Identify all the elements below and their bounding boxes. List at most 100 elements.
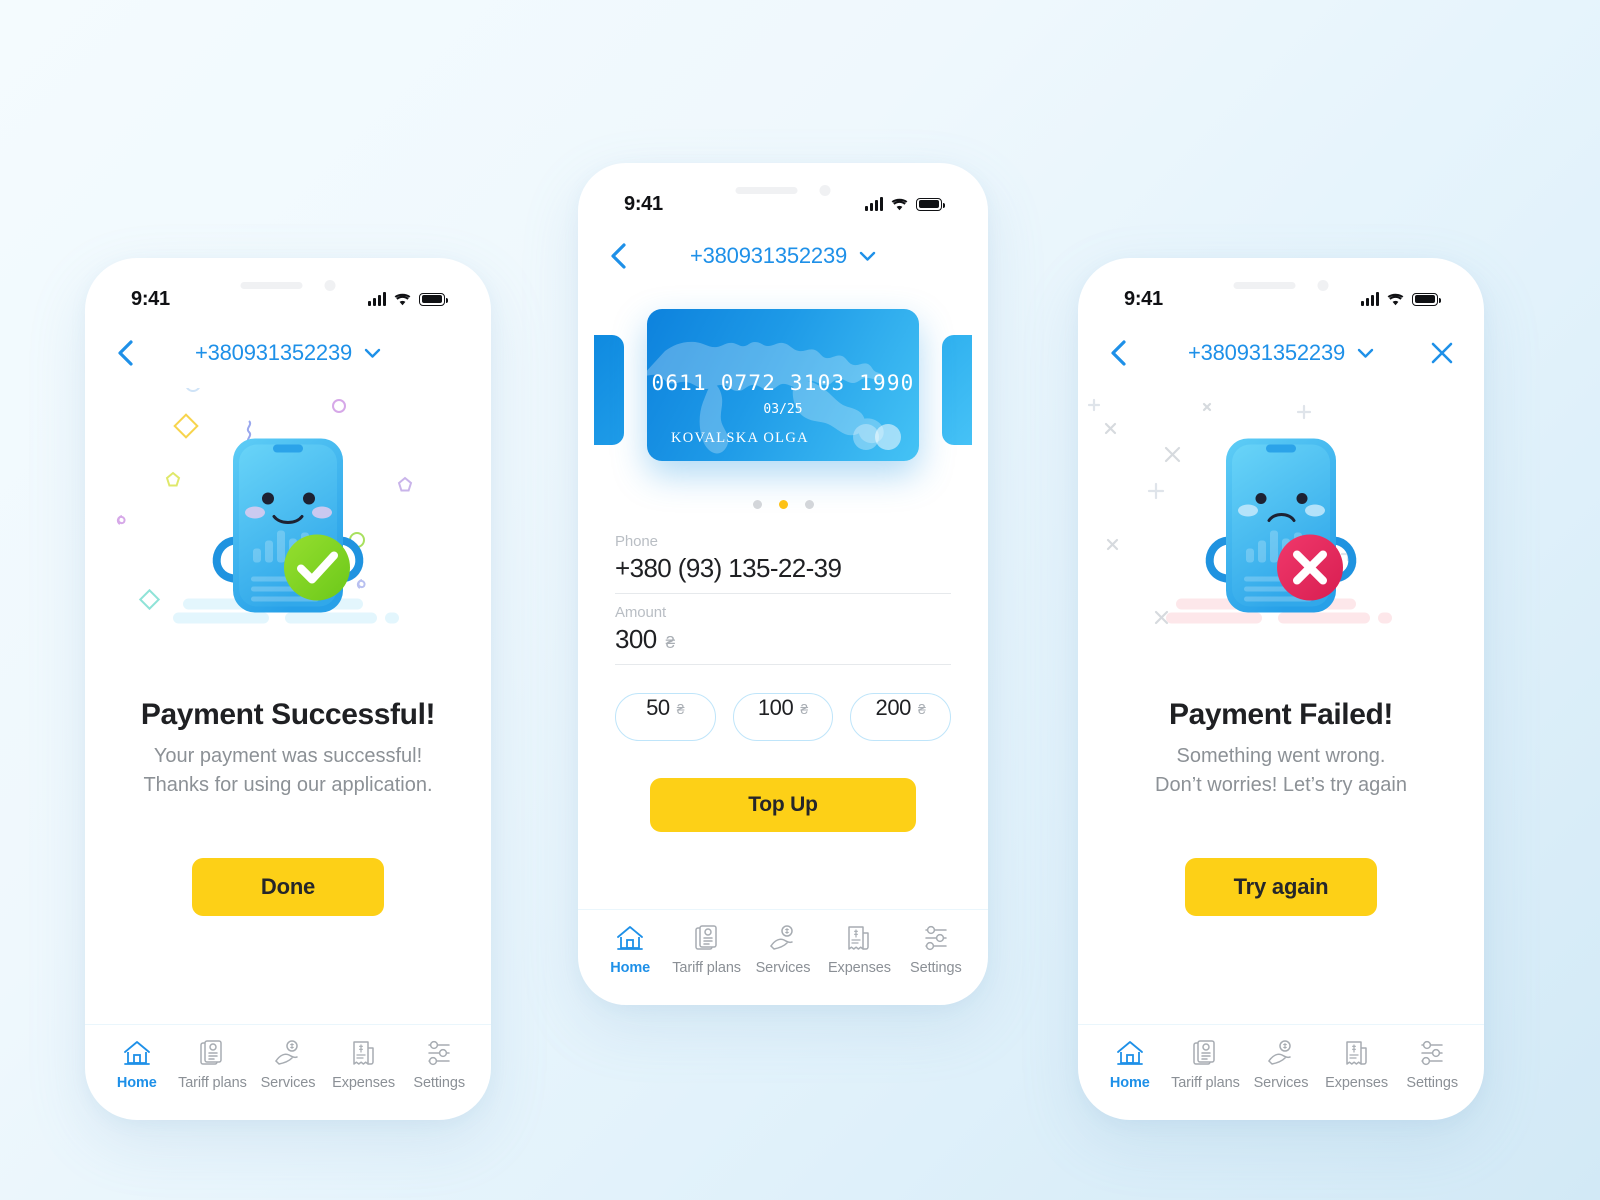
tab-home[interactable]: Home xyxy=(1092,1038,1168,1091)
status-time: 9:41 xyxy=(131,287,170,310)
signal-bars-icon xyxy=(1361,291,1379,306)
tab-services[interactable]: Services xyxy=(1243,1038,1319,1091)
card-previous-peek[interactable] xyxy=(594,335,624,445)
status-time: 9:41 xyxy=(1124,287,1163,310)
amount-input[interactable]: 300 xyxy=(615,624,657,655)
tab-expenses[interactable]: Expenses xyxy=(326,1038,402,1091)
try-again-button[interactable]: Try again xyxy=(1185,858,1377,916)
amount-field-label: Amount xyxy=(615,604,667,621)
status-time: 9:41 xyxy=(624,192,663,215)
battery-full-icon xyxy=(916,197,945,211)
document-icon xyxy=(1192,1038,1218,1068)
quick-amount-50-currency: ₴ xyxy=(676,701,685,717)
hand-coin-icon xyxy=(1267,1038,1295,1068)
close-x-icon xyxy=(1430,341,1454,365)
phone-screen-top-up: 9:41 +380931352239 0611 0772 3103 1990 0… xyxy=(578,163,988,1005)
receipt-icon xyxy=(1344,1038,1370,1068)
quick-amount-50[interactable]: 50 ₴ xyxy=(615,693,716,741)
result-subtitle-line1: Your payment was successful! xyxy=(153,745,423,767)
tab-services-label: Services xyxy=(260,1075,316,1091)
status-icons xyxy=(865,196,945,211)
card-holder-name: KOVALSKA OLGA xyxy=(671,430,809,446)
tab-home-label: Home xyxy=(116,1075,157,1091)
quick-amount-200[interactable]: 200 ₴ xyxy=(850,693,952,741)
tab-services[interactable]: Services xyxy=(250,1038,326,1091)
chevron-left-icon xyxy=(1108,339,1128,367)
tab-settings[interactable]: Settings xyxy=(401,1038,477,1091)
tab-settings[interactable]: Settings xyxy=(898,923,974,976)
card-next-peek[interactable] xyxy=(942,335,972,445)
tab-services-label: Services xyxy=(755,960,811,976)
phone-screen-payment-success: 9:41 +380931352239 Payment Successful! Y… xyxy=(85,258,491,1120)
home-icon xyxy=(123,1038,151,1068)
tab-home[interactable]: Home xyxy=(99,1038,175,1091)
bottom-tab-bar: Home Tariff plans Services Expenses Sett… xyxy=(85,1024,491,1120)
done-button[interactable]: Done xyxy=(192,858,384,916)
sliders-icon xyxy=(425,1038,453,1068)
sliders-icon xyxy=(922,923,950,953)
success-illustration xyxy=(85,388,491,668)
tab-settings-label: Settings xyxy=(910,960,962,976)
bottom-tab-bar: Home Tariff plans Services Expenses Sett… xyxy=(578,909,988,1005)
tab-expenses-label: Expenses xyxy=(332,1075,396,1091)
quick-amount-100[interactable]: 100 ₴ xyxy=(732,693,834,741)
carousel-dot-1[interactable] xyxy=(752,500,762,509)
close-button[interactable] xyxy=(1402,341,1454,365)
quick-amount-50-value: 50 xyxy=(646,695,670,720)
carousel-dot-3[interactable] xyxy=(804,500,814,509)
tab-tariff-plans[interactable]: Tariff plans xyxy=(175,1038,251,1091)
tab-services[interactable]: Services xyxy=(745,923,821,976)
phone-screen-payment-failed: 9:41 +380931352239 Payment Failed! Somet… xyxy=(1078,258,1484,1120)
credit-card[interactable]: 0611 0772 3103 1990 03/25 KOVALSKA OLGA xyxy=(647,309,919,461)
x-circle-icon xyxy=(1277,534,1343,601)
tab-expenses[interactable]: Expenses xyxy=(1319,1038,1395,1091)
check-circle-icon xyxy=(284,534,350,601)
phone-number-selector[interactable]: +380931352239 xyxy=(660,243,906,269)
signal-bars-icon xyxy=(368,291,386,306)
quick-amount-100-currency: ₴ xyxy=(800,701,809,717)
tab-expenses-label: Expenses xyxy=(1325,1075,1389,1091)
tab-home-label: Home xyxy=(610,960,651,976)
phone-input[interactable]: +380 (93) 135-22-39 xyxy=(615,553,842,584)
top-up-button[interactable]: Top Up xyxy=(650,778,916,832)
wifi-icon xyxy=(1387,293,1404,306)
nav-header: +380931352239 xyxy=(578,233,988,279)
battery-full-icon xyxy=(419,292,448,306)
nav-header: +380931352239 xyxy=(85,330,491,376)
back-button[interactable] xyxy=(608,242,660,270)
result-subtitle-line2: Don’t worries! Let’s try again xyxy=(1155,774,1407,796)
mastercard-circles-icon xyxy=(853,421,901,451)
status-icons xyxy=(1361,291,1441,306)
tab-home[interactable]: Home xyxy=(592,923,668,976)
chevron-down-icon xyxy=(859,251,876,262)
amount-field[interactable]: Amount 300 ₴ xyxy=(615,604,951,665)
phone-field-label: Phone xyxy=(615,533,658,550)
home-icon xyxy=(1116,1038,1144,1068)
chevron-left-icon xyxy=(115,339,135,367)
tab-expenses-label: Expenses xyxy=(827,960,891,976)
tab-tariff-plans[interactable]: Tariff plans xyxy=(1168,1038,1244,1091)
back-button[interactable] xyxy=(1108,339,1160,367)
result-title: Payment Failed! xyxy=(1168,698,1394,731)
tab-settings[interactable]: Settings xyxy=(1394,1038,1470,1091)
tab-services-label: Services xyxy=(1253,1075,1309,1091)
phone-field[interactable]: Phone +380 (93) 135-22-39 xyxy=(615,533,951,594)
tab-home-label: Home xyxy=(1109,1075,1150,1091)
signal-bars-icon xyxy=(865,196,883,211)
tab-expenses[interactable]: Expenses xyxy=(821,923,897,976)
chevron-down-icon xyxy=(364,348,381,359)
tab-settings-label: Settings xyxy=(1406,1075,1458,1091)
tab-tariff-plans[interactable]: Tariff plans xyxy=(668,923,744,976)
result-subtitle: Your payment was successful! Thanks for … xyxy=(85,742,491,800)
phone-number-selector[interactable]: +380931352239 xyxy=(1160,340,1402,366)
phone-number-selector[interactable]: +380931352239 xyxy=(167,340,409,366)
back-button[interactable] xyxy=(115,339,167,367)
battery-full-icon xyxy=(1412,292,1441,306)
carousel-dot-2[interactable] xyxy=(778,500,788,509)
hand-coin-icon xyxy=(274,1038,302,1068)
result-subtitle-line1: Something went wrong. xyxy=(1176,745,1386,767)
phone-mascot-happy xyxy=(173,421,403,636)
quick-amount-200-value: 200 xyxy=(875,695,912,720)
card-carousel[interactable]: 0611 0772 3103 1990 03/25 KOVALSKA OLGA xyxy=(578,303,988,463)
tab-tariff-plans-label: Tariff plans xyxy=(178,1075,247,1091)
